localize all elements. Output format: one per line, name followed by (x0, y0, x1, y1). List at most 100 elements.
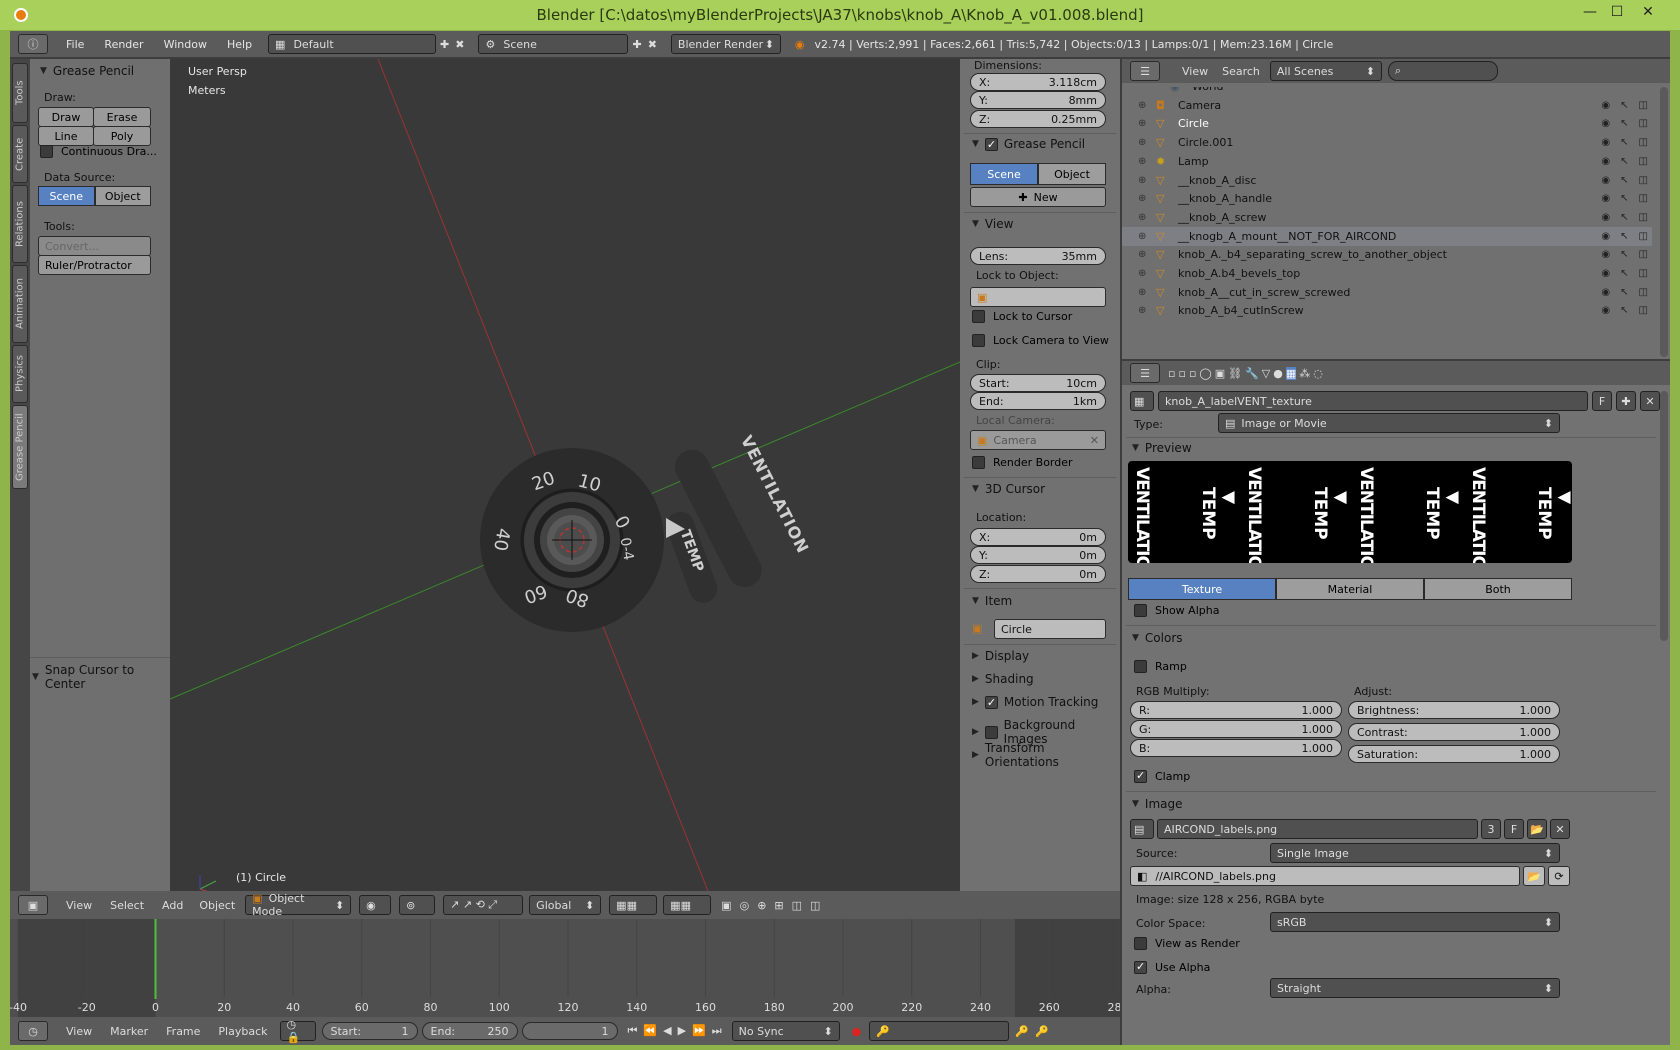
clamp-toggle[interactable]: Clamp (1134, 770, 1190, 783)
mode-select[interactable]: ▣ Object Mode ⬍ (245, 892, 352, 918)
outliner-item[interactable]: ⊕ ▽ __knob_A_handle ◉ ↖ ◫ (1122, 189, 1652, 208)
tab-physics[interactable]: Physics (12, 345, 28, 403)
texture-browse-icon[interactable]: ▦ (1130, 391, 1154, 411)
render-engine-select[interactable]: Blender Render ⬍ (670, 34, 781, 54)
editor-type-icon[interactable]: ⓘ (18, 34, 48, 54)
cursor-icon[interactable]: ↖ (1620, 118, 1628, 129)
eye-icon[interactable]: ◉ (1601, 249, 1610, 260)
render-border-toggle[interactable]: Render Border (972, 456, 1073, 469)
props-editor-icon[interactable]: ☰ (1130, 363, 1160, 383)
outliner-item[interactable]: ⊕ ▽ knob_A_b4_cutInScrew ◉ ↖ ◫ (1122, 301, 1652, 320)
image-users-count[interactable]: 3 (1481, 819, 1501, 839)
g-field[interactable]: G: 1.000 (1130, 720, 1342, 738)
tab-tools[interactable]: Tools (12, 63, 28, 123)
r-field[interactable]: R: 1.000 (1130, 701, 1342, 719)
scenes-select[interactable]: All Scenes ⬍ (1269, 61, 1382, 81)
snap-target-icon[interactable]: ⊞ (774, 899, 783, 912)
add-scene-icon[interactable]: ✚ (632, 38, 641, 51)
tab-create[interactable]: Create (12, 125, 28, 183)
props-scrollbar[interactable] (1660, 391, 1668, 641)
erase-button[interactable]: Erase (93, 107, 151, 127)
outliner-item[interactable]: ⊕ ◘ Camera ◉ ↖ ◫ (1122, 96, 1652, 115)
preview-panel-header[interactable]: ▼ Preview (1132, 441, 1192, 455)
scene-selector[interactable]: ⚙ Scene (478, 34, 629, 54)
gp-scene-tab[interactable]: Scene (970, 163, 1038, 185)
gp-enable-checkbox[interactable] (984, 137, 998, 151)
saturation-field[interactable]: Saturation: 1.000 (1348, 745, 1560, 763)
prev-key-icon[interactable]: ⏪ (643, 1024, 657, 1038)
tl-frame-menu[interactable]: Frame (166, 1025, 200, 1038)
expand-icon[interactable]: ⊕ (1138, 100, 1152, 111)
convert-button[interactable]: Convert... (38, 236, 151, 256)
eye-icon[interactable]: ◉ (1601, 193, 1610, 204)
camera-render-icon[interactable]: ◫ (1639, 118, 1648, 129)
cursor-icon[interactable]: ↖ (1620, 305, 1628, 316)
cursor-icon[interactable]: ↖ (1620, 249, 1628, 260)
outliner-item[interactable]: ⊕ ▽ __knob_A_screw ◉ ↖ ◫ (1122, 208, 1652, 227)
eye-icon[interactable]: ◉ (1601, 287, 1610, 298)
lens-field[interactable]: Lens: 35mm (970, 247, 1106, 265)
eye-icon[interactable]: ◉ (1601, 100, 1610, 111)
dim-y-field[interactable]: Y: 8mm (970, 91, 1106, 109)
image-source-select[interactable]: Single Image ⬍ (1270, 843, 1560, 863)
next-key-icon[interactable]: ⏩ (692, 1024, 706, 1038)
expand-icon[interactable]: ⊕ (1138, 175, 1152, 186)
eye-icon[interactable]: ◉ (1601, 212, 1610, 223)
eye-icon[interactable]: ◉ (1601, 231, 1610, 242)
eye-icon[interactable]: ◉ (1601, 137, 1610, 148)
camera-render-icon[interactable]: ◫ (1639, 268, 1648, 279)
expand-icon[interactable]: ⊕ (1138, 212, 1152, 223)
colors-panel-header[interactable]: ▼ Colors (1132, 631, 1183, 645)
record-icon[interactable]: ● (852, 1025, 862, 1038)
shading-select[interactable]: ◉ (359, 895, 392, 915)
lock-object-field[interactable]: ▣ (970, 287, 1106, 307)
texture-type-select[interactable]: ▤ Image or Movie ⬍ (1218, 413, 1560, 433)
menu-help[interactable]: Help (217, 38, 262, 51)
cursor-icon[interactable]: ↖ (1620, 212, 1628, 223)
preview-material-tab[interactable]: Material (1276, 578, 1424, 600)
timeline-editor-icon[interactable]: ◷ (18, 1021, 48, 1041)
b-field[interactable]: B: 1.000 (1130, 739, 1342, 757)
constraints-tab-icon[interactable]: ⛓ (1228, 367, 1242, 380)
physics-tab-icon[interactable]: ◌ (1313, 367, 1323, 380)
keying-set-field[interactable]: 🔑 (869, 1021, 1010, 1041)
add-texture-icon[interactable]: ✚ (1616, 391, 1636, 411)
render-tab-icon[interactable]: ▫ (1168, 367, 1175, 380)
expand-icon[interactable]: ⊕ (1138, 137, 1152, 148)
delete-key-icon[interactable]: 🔑 (1035, 1025, 1049, 1038)
item-name-field[interactable]: Circle (994, 619, 1106, 639)
tab-relations[interactable]: Relations (12, 185, 28, 263)
reload-icon[interactable]: ⟳ (1548, 866, 1570, 886)
cursor-y-field[interactable]: Y: 0m (970, 546, 1106, 564)
camera-render-icon[interactable]: ◫ (1639, 305, 1648, 316)
object-menu[interactable]: Object (199, 899, 235, 912)
image-name-field[interactable]: AIRCOND_labels.png (1157, 819, 1478, 839)
view-menu[interactable]: View (66, 899, 92, 912)
select-menu[interactable]: Select (110, 899, 144, 912)
unlink-texture-icon[interactable]: ✕ (1640, 391, 1660, 411)
line-button[interactable]: Line (38, 126, 94, 146)
camera-render-icon[interactable]: ◫ (1639, 212, 1648, 223)
eye-icon[interactable]: ◉ (1601, 268, 1610, 279)
unlink-image-icon[interactable]: ✕ (1550, 819, 1570, 839)
expand-icon[interactable]: ⊕ (1138, 249, 1152, 260)
view-panel-header[interactable]: ▼ View (972, 217, 1013, 231)
camera-render-icon[interactable]: ◫ (1639, 100, 1648, 111)
add-layout-icon[interactable]: ✚ (440, 38, 449, 51)
expand-icon[interactable]: ⊕ (1138, 193, 1152, 204)
expand-icon[interactable]: ⊕ (1138, 118, 1152, 129)
datasource-object[interactable]: Object (94, 186, 151, 206)
play-reverse-icon[interactable]: ◀ (663, 1024, 671, 1038)
outliner-search-input[interactable]: ⌕ (1387, 61, 1498, 81)
eye-icon[interactable]: ◉ (1601, 305, 1610, 316)
cursor-icon[interactable]: ↖ (1620, 137, 1628, 148)
render-anim-icon[interactable]: ◫ (810, 899, 820, 912)
item-panel-header[interactable]: ▼ Item (972, 594, 1012, 608)
dim-x-field[interactable]: X: 3.118cm (970, 73, 1106, 91)
fake-user-button[interactable]: F (1592, 391, 1612, 411)
tab-animation[interactable]: Animation (12, 265, 28, 343)
cursor-icon[interactable]: ↖ (1620, 175, 1628, 186)
cursor-icon[interactable]: ↖ (1620, 156, 1628, 167)
outliner-item[interactable]: ⊕ ✹ Lamp ◉ ↖ ◫ (1122, 152, 1652, 171)
data-tab-icon[interactable]: ▽ (1262, 367, 1270, 380)
